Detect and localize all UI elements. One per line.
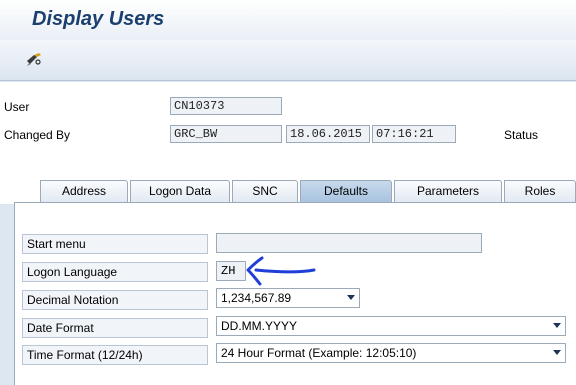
chevron-down-icon[interactable] [347,295,355,300]
decimal-notation-select[interactable]: 1,234,567.89 [216,288,360,308]
changed-date-field[interactable]: 18.06.2015 [286,125,370,143]
display-change-button[interactable] [22,48,48,72]
user-field[interactable]: CN10373 [170,97,282,115]
status-label: Status [504,128,539,142]
start-menu-field[interactable] [216,233,482,253]
start-menu-label: Start menu [22,234,208,254]
tab-parameters[interactable]: Parameters [394,180,502,202]
user-header [0,82,576,164]
decimal-notation-value: 1,234,567.89 [221,291,292,305]
time-format-select[interactable]: 24 Hour Format (Example: 12:05:10) [216,343,566,363]
application-toolbar [0,40,576,81]
glasses-icon [27,53,41,66]
tab-logon-data[interactable]: Logon Data [130,180,230,202]
date-format-value: DD.MM.YYYY [221,319,298,333]
tab-snc[interactable]: SNC [232,180,298,202]
tab-defaults[interactable]: Defaults [300,180,392,202]
chevron-down-icon[interactable] [553,323,561,328]
tab-roles[interactable]: Roles [504,180,576,202]
changed-time-field[interactable]: 07:16:21 [372,125,456,143]
annotation-arrow-icon [246,256,316,286]
date-format-select[interactable]: DD.MM.YYYY [216,316,566,336]
tab-address[interactable]: Address [40,180,128,202]
date-format-label: Date Format [22,318,208,338]
title-bar: Display Users [0,0,576,40]
chevron-down-icon[interactable] [553,350,561,355]
time-format-value: 24 Hour Format (Example: 12:05:10) [221,346,417,360]
page-title: Display Users [32,8,165,30]
decimal-notation-label: Decimal Notation [22,290,208,310]
time-format-label: Time Format (12/24h) [22,345,208,365]
changed-by-field[interactable]: GRC_BW [170,125,282,143]
logon-language-label: Logon Language [22,262,208,282]
user-label: User [4,100,30,114]
changed-by-label: Changed By [4,128,71,142]
